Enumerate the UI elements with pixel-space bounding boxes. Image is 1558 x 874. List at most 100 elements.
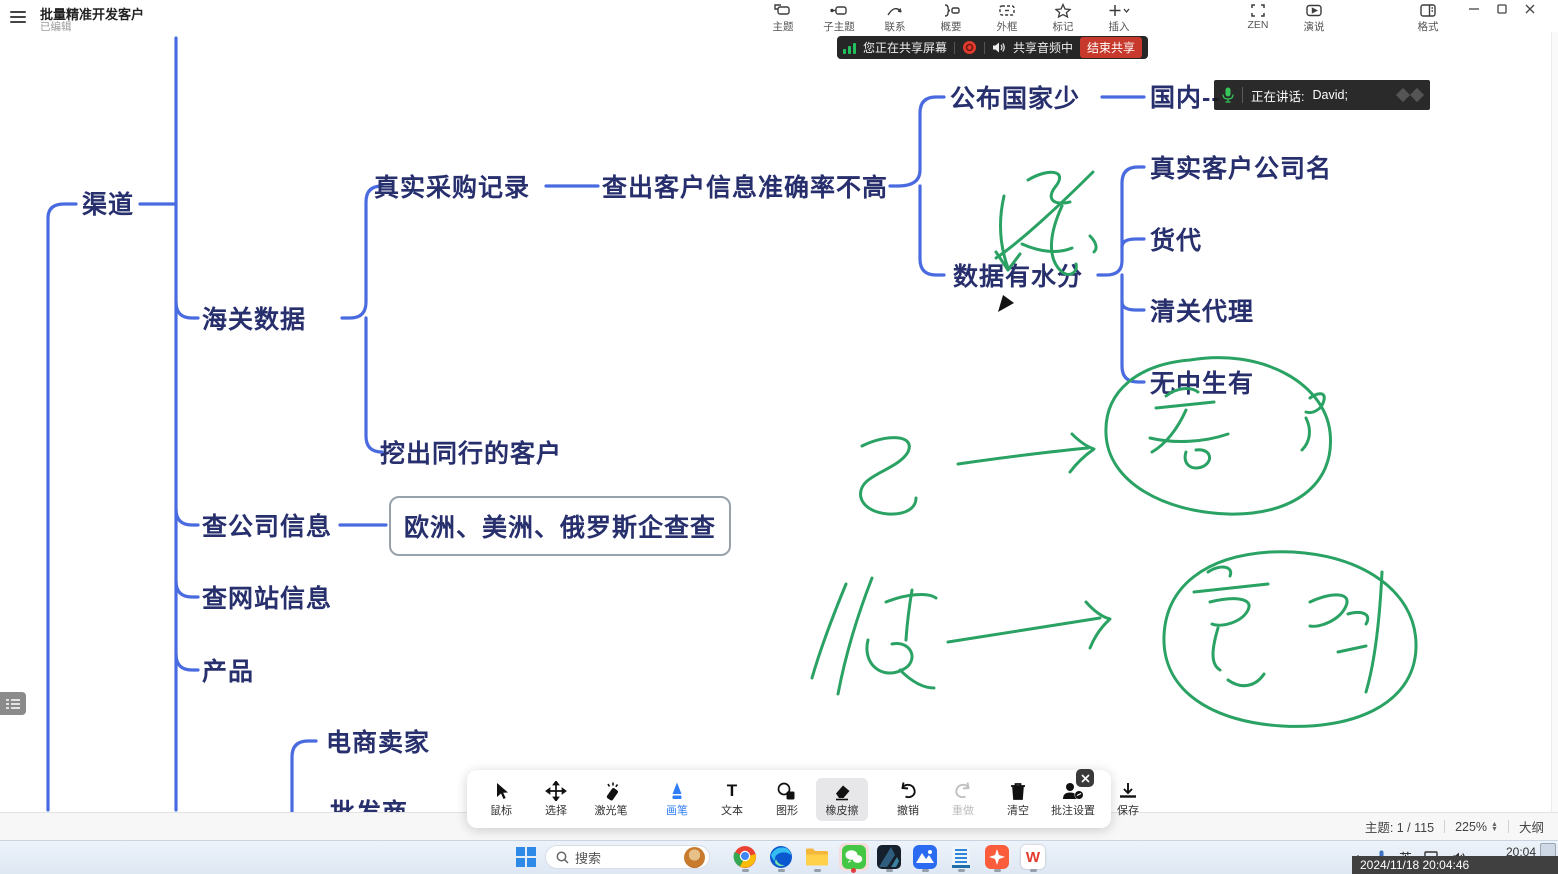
map-node-few-countries[interactable]: 公布国家少 <box>950 79 1080 115</box>
start-button[interactable] <box>516 847 536 867</box>
text-tool[interactable]: T 文本 <box>706 778 758 821</box>
laser-pointer-icon <box>600 781 622 801</box>
right-edge-strip <box>1551 32 1558 812</box>
shape-tool[interactable]: 图形 <box>761 778 813 821</box>
map-node-product[interactable]: 产品 <box>202 652 254 688</box>
pen-cursor <box>998 295 1014 312</box>
toolbar-subtopic-button[interactable]: 子主题 <box>819 3 859 34</box>
toolbar-marker-button[interactable]: 标记 <box>1043 3 1083 34</box>
orange-app-icon <box>985 845 1009 869</box>
calendar-tray-icon[interactable] <box>1540 843 1556 857</box>
taskbar-chrome[interactable] <box>733 845 757 869</box>
taskbar-wps[interactable]: W <box>1021 845 1045 869</box>
running-indicator <box>778 869 785 872</box>
subtopic-icon <box>830 3 848 18</box>
map-node-website-info[interactable]: 查网站信息 <box>202 579 332 615</box>
toolbar-insert-button[interactable]: 插入 <box>1099 3 1139 34</box>
pen-icon <box>666 781 688 801</box>
outline-float-button[interactable] <box>0 692 26 715</box>
map-node-accuracy-low[interactable]: 查出客户信息准确率不高 <box>602 168 888 204</box>
shapes-icon <box>776 781 798 801</box>
toolbar-relationship-button[interactable]: 联系 <box>875 3 915 34</box>
toolbar-topic-button[interactable]: 主题 <box>763 3 803 34</box>
taskbar-wechat[interactable] <box>842 845 866 869</box>
meeting-logo-icon <box>1410 88 1424 102</box>
outline-toggle[interactable]: 大纲 <box>1519 817 1544 836</box>
pen-tool[interactable]: 画笔 <box>651 778 703 821</box>
maximize-button[interactable] <box>1488 2 1516 18</box>
trash-icon <box>1007 781 1029 801</box>
zoom-control[interactable]: 225% ▲▼ <box>1455 820 1498 834</box>
save-annotation-button[interactable]: 保存 <box>1102 778 1154 821</box>
map-node-customs-agent[interactable]: 清关代理 <box>1150 292 1254 328</box>
toolbar-boundary-button[interactable]: 外框 <box>987 3 1027 34</box>
annotation-toolbar-close-button[interactable] <box>1076 769 1094 787</box>
taskbar-orange-app[interactable] <box>985 845 1009 869</box>
audio-share-text: 共享音频中 <box>1013 39 1073 56</box>
map-node-channel[interactable]: 渠道 <box>82 185 134 221</box>
map-node-company-info[interactable]: 查公司信息 <box>202 507 332 543</box>
mouse-tool[interactable]: 鼠标 <box>475 778 527 821</box>
zen-icon <box>1250 3 1266 18</box>
divider <box>1508 820 1509 833</box>
datetime-tooltip: 2024/11/18 20:04:46 <box>1352 856 1558 874</box>
redo-button[interactable]: 重做 <box>937 778 989 821</box>
divider <box>954 42 955 54</box>
taskbar-file-explorer[interactable] <box>805 845 829 869</box>
toolbar-summary-button[interactable]: 概要 <box>931 3 971 34</box>
cursor-icon <box>490 781 512 801</box>
notes-app-icon <box>949 845 973 869</box>
map-node-fabricated[interactable]: 无中生有 <box>1150 364 1254 400</box>
map-node-peer-customers[interactable]: 挖出同行的客户 <box>380 434 562 470</box>
dark-app-icon <box>877 845 901 869</box>
screen-share-banner: 您正在共享屏幕 共享音频中 结束共享 <box>837 36 1148 59</box>
taskbar-search[interactable]: 搜索 <box>545 845 710 869</box>
format-panel-icon <box>1419 3 1437 18</box>
marker-star-icon <box>1054 3 1072 18</box>
minimize-button[interactable] <box>1460 2 1488 18</box>
microphone-icon <box>1222 87 1234 103</box>
map-node-freight[interactable]: 货代 <box>1150 221 1202 257</box>
map-node-real-company[interactable]: 真实客户公司名 <box>1150 149 1332 185</box>
format-button[interactable]: 格式 <box>1408 3 1448 34</box>
map-node-qichacha-box[interactable]: 欧洲、美洲、俄罗斯企查查 <box>389 496 731 556</box>
undo-button[interactable]: 撤销 <box>882 778 934 821</box>
map-node-purchase-record[interactable]: 真实采购记录 <box>374 168 530 204</box>
divider <box>1242 87 1243 103</box>
signal-bars-icon <box>843 42 856 54</box>
present-button[interactable]: 演说 <box>1294 3 1334 34</box>
close-button[interactable] <box>1516 2 1544 18</box>
laser-pointer-tool[interactable]: 激光笔 <box>585 778 637 821</box>
select-tool[interactable]: 选择 <box>530 778 582 821</box>
taskbar-meeting-app[interactable] <box>913 845 937 869</box>
search-icon <box>556 851 569 864</box>
redo-icon <box>952 781 974 801</box>
taskbar-dark-app[interactable] <box>877 845 901 869</box>
eraser-tool[interactable]: 橡皮擦 <box>816 778 868 821</box>
running-indicator <box>958 869 965 872</box>
search-highlight-icon <box>684 847 705 868</box>
maximize-icon <box>1496 3 1508 15</box>
map-node-customs-data[interactable]: 海关数据 <box>202 300 306 336</box>
wps-icon: W <box>1021 845 1045 869</box>
close-icon <box>1524 3 1536 15</box>
running-indicator <box>1030 869 1037 872</box>
record-icon[interactable] <box>962 40 977 55</box>
map-node-qichacha-label: 欧洲、美洲、俄罗斯企查查 <box>404 508 716 544</box>
taskbar-edge[interactable] <box>769 845 793 869</box>
menu-icon[interactable] <box>10 8 26 26</box>
stop-share-button[interactable]: 结束共享 <box>1080 37 1142 58</box>
map-node-ecommerce[interactable]: 电商卖家 <box>326 723 430 759</box>
running-indicator <box>886 869 893 872</box>
clear-all-button[interactable]: 清空 <box>992 778 1044 821</box>
map-node-domestic[interactable]: 国内-- <box>1150 78 1221 114</box>
map-node-watered-data[interactable]: 数据有水分 <box>953 257 1083 293</box>
zen-mode-button[interactable]: ZEN <box>1238 3 1278 34</box>
speaker-name: David; <box>1312 88 1347 102</box>
zoom-stepper-icon[interactable]: ▲▼ <box>1491 822 1498 832</box>
speaker-icon <box>992 41 1006 54</box>
format-tool: 格式 <box>1408 3 1448 34</box>
outline-list-icon <box>6 698 20 710</box>
taskbar-notes-app[interactable] <box>949 845 973 869</box>
wechat-icon <box>842 845 866 869</box>
